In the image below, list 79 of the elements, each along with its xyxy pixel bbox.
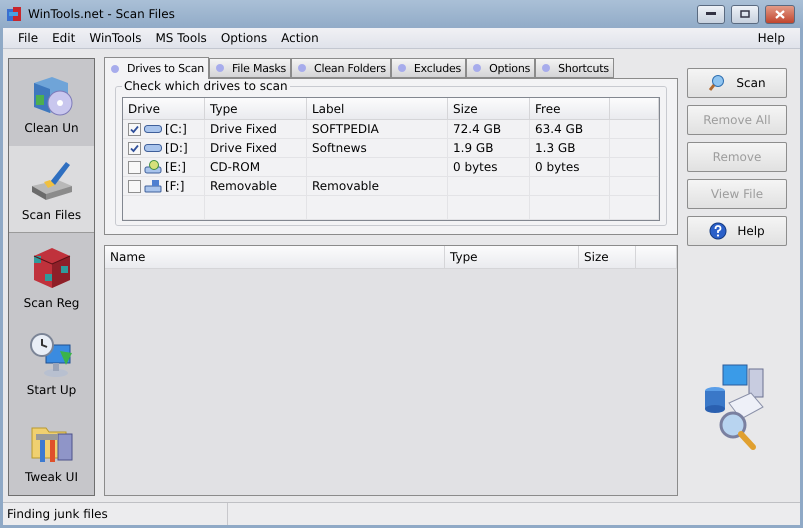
- checkbox[interactable]: [128, 160, 141, 174]
- tab[interactable]: File Masks: [209, 58, 292, 78]
- column-header[interactable]: Label: [307, 98, 448, 120]
- column-header[interactable]: Drive: [123, 98, 205, 120]
- menu-item[interactable]: Action: [274, 31, 326, 45]
- empty-cell: [610, 196, 659, 220]
- column-header[interactable]: Name: [105, 246, 445, 269]
- tab[interactable]: Shortcuts: [535, 58, 614, 78]
- table-cell: Drive Fixed: [205, 139, 307, 158]
- table-cell[interactable]: [F:]: [123, 177, 205, 196]
- magnifier-icon: [708, 74, 726, 92]
- empty-cell: [610, 177, 659, 196]
- minimize-button[interactable]: [697, 4, 725, 24]
- table-cell: Softnews: [307, 139, 448, 158]
- drive-letter: [E:]: [165, 160, 186, 174]
- drive-letter: [C:]: [165, 122, 187, 136]
- hard-drive-icon: [144, 124, 162, 134]
- tab[interactable]: Excludes: [390, 58, 466, 78]
- table-cell: 1.3 GB: [530, 139, 610, 158]
- maximize-button[interactable]: [731, 4, 759, 24]
- checkbox[interactable]: [128, 142, 141, 154]
- sidebar-item[interactable]: Scan Reg: [9, 233, 94, 321]
- table-cell: SOFTPEDIA: [307, 120, 448, 139]
- table-cell: CD-ROM: [205, 158, 307, 177]
- maximize-icon: [740, 10, 750, 18]
- close-button[interactable]: [765, 4, 795, 24]
- table-cell: Removable: [205, 177, 307, 196]
- empty-cell: [610, 120, 659, 139]
- empty-cell: [610, 158, 659, 177]
- table-cell: 0 bytes: [448, 158, 530, 177]
- table-cell: 63.4 GB: [530, 120, 610, 139]
- column-header[interactable]: Free: [530, 98, 610, 120]
- menu-item[interactable]: Help: [750, 31, 792, 45]
- sidebar-item[interactable]: Clean Un: [9, 59, 94, 146]
- sidebar-item[interactable]: Scan Files: [9, 146, 94, 234]
- sidebar-label: Scan Reg: [24, 296, 80, 310]
- minimize-icon: [706, 12, 716, 16]
- sidebar-item[interactable]: Start Up: [9, 320, 94, 408]
- table-cell: Drive Fixed: [205, 120, 307, 139]
- hard-drive-icon: [144, 143, 162, 153]
- cd-drive-icon: [144, 160, 162, 174]
- column-header[interactable]: Size: [448, 98, 530, 120]
- table-cell: 1.9 GB: [448, 139, 530, 158]
- menu-item[interactable]: WinTools: [82, 31, 148, 45]
- action-button[interactable]: Help: [687, 216, 787, 246]
- table-cell: 72.4 GB: [448, 120, 530, 139]
- close-icon: [775, 10, 785, 18]
- menu-item[interactable]: Edit: [45, 31, 82, 45]
- table-cell[interactable]: [C:]: [123, 120, 205, 139]
- tab[interactable]: Drives to Scan: [104, 57, 210, 79]
- window-title: WinTools.net - Scan Files: [28, 7, 176, 21]
- sidebar-label: Tweak UI: [25, 470, 78, 484]
- removable-drive-icon: [144, 179, 162, 193]
- menu-item[interactable]: File: [11, 31, 46, 45]
- table-cell[interactable]: [D:]: [123, 139, 205, 158]
- table-cell: 0 bytes: [530, 158, 610, 177]
- sidebar-item[interactable]: Tweak UI: [9, 408, 94, 496]
- drive-letter: [F:]: [165, 179, 184, 193]
- checkbox[interactable]: [128, 180, 141, 192]
- checkbox[interactable]: [128, 122, 141, 136]
- sidebar-label: Start Up: [26, 382, 76, 397]
- help-icon: [709, 222, 728, 240]
- action-button[interactable]: Scan: [687, 68, 787, 98]
- drive-letter: [D:]: [165, 141, 188, 155]
- column-header[interactable]: Type: [205, 98, 307, 120]
- table-cell: Removable: [307, 177, 448, 196]
- status-text: Finding junk files: [3, 503, 228, 525]
- app-icon: [6, 6, 22, 22]
- column-header[interactable]: Type: [445, 246, 579, 269]
- sidebar-label: Scan Files: [22, 208, 82, 222]
- column-header[interactable]: Size: [579, 246, 636, 269]
- tab[interactable]: Options: [466, 58, 536, 78]
- table-cell[interactable]: [E:]: [123, 158, 205, 177]
- menu-item[interactable]: MS Tools: [148, 31, 214, 45]
- menu-item[interactable]: Options: [214, 31, 274, 45]
- tab[interactable]: Clean Folders: [291, 58, 391, 78]
- sidebar-label: Clean Un: [24, 121, 79, 136]
- empty-cell: [610, 139, 659, 158]
- group-title: Check which drives to scan: [122, 79, 290, 93]
